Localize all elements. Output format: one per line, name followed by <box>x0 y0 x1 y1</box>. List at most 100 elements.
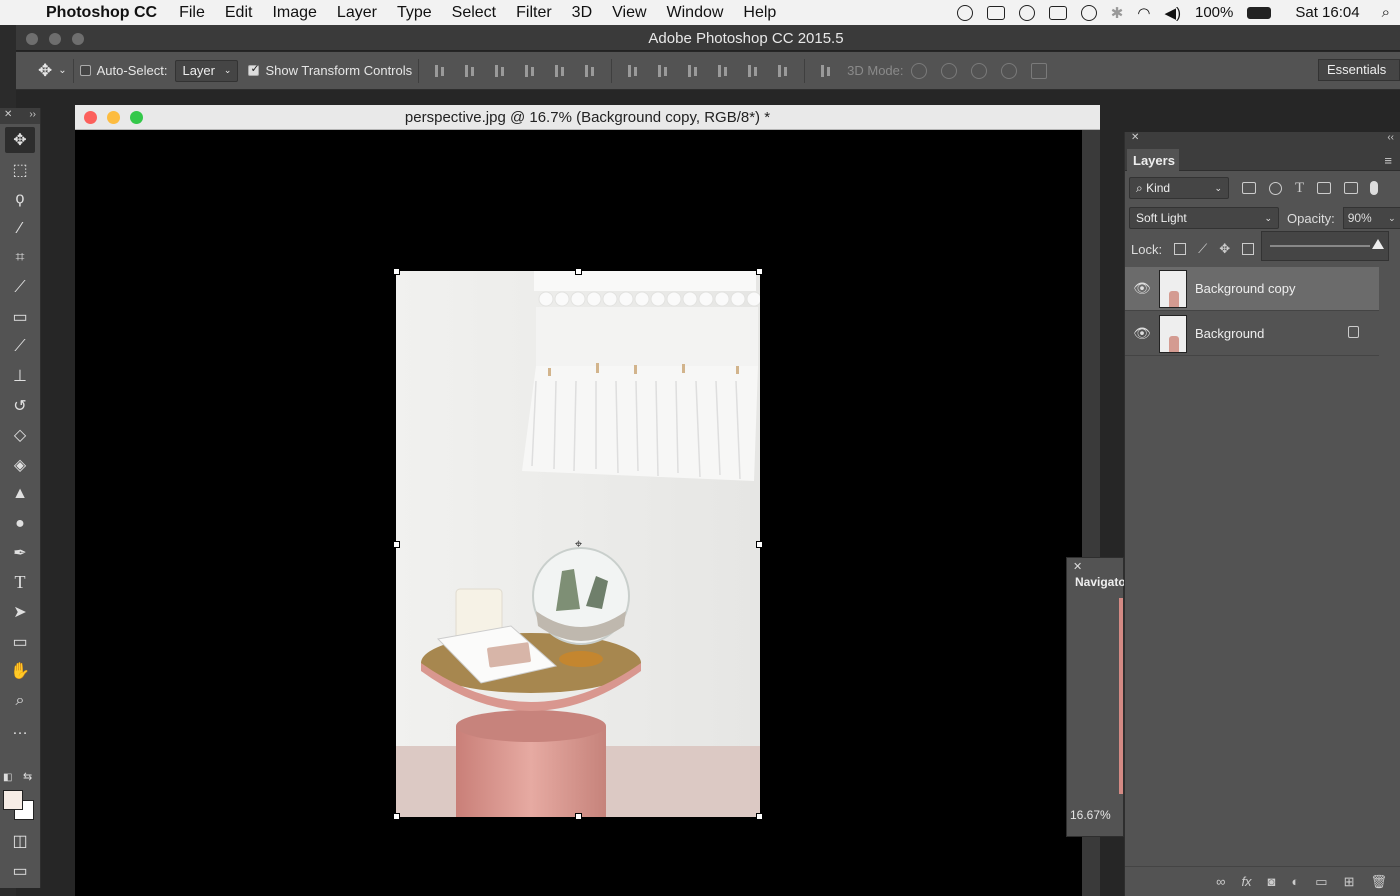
move-tool-preset-icon[interactable]: ✥ <box>38 61 52 81</box>
menu-select[interactable]: Select <box>452 4 496 22</box>
transform-handle-bottom-right[interactable] <box>756 813 763 820</box>
menu-edit[interactable]: Edit <box>225 4 253 22</box>
transform-handle-bottom[interactable] <box>575 813 582 820</box>
lock-image-pixels-icon[interactable]: ⟋ <box>1198 241 1207 257</box>
display-icon[interactable] <box>1048 5 1067 20</box>
auto-select-checkbox[interactable]: Auto-Select: <box>79 63 167 78</box>
filter-kind-dropdown[interactable]: ⌕ Kind ⌄ <box>1129 177 1229 199</box>
screen-mode-icon[interactable]: ▭ <box>5 858 35 884</box>
lock-artboard-icon[interactable] <box>1242 243 1255 255</box>
distribute-top-icon[interactable] <box>626 64 640 78</box>
default-colors-icon[interactable]: ◧ <box>3 772 12 783</box>
collapse-icon[interactable]: ›› <box>29 109 36 123</box>
transform-handle-left[interactable] <box>393 541 400 548</box>
menu-3d[interactable]: 3D <box>572 4 592 22</box>
foreground-color-swatch[interactable] <box>3 790 23 810</box>
show-transform-check[interactable] <box>248 62 260 76</box>
show-transform-controls-checkbox[interactable]: Show Transform Controls <box>248 62 412 78</box>
battery-icon[interactable] <box>1247 6 1272 19</box>
eyedropper-tool-icon[interactable]: ⟋ <box>5 275 35 301</box>
blur-tool-icon[interactable]: ▲ <box>5 481 35 507</box>
magic-wand-tool-icon[interactable]: ⁄ <box>5 216 35 242</box>
do-not-disturb-icon[interactable] <box>1018 4 1035 21</box>
quick-mask-icon[interactable]: ◫ <box>5 828 35 854</box>
layer-lock-icon[interactable] <box>1348 326 1359 338</box>
distribute-vcenter-icon[interactable] <box>656 64 670 78</box>
chevron-down-icon[interactable]: ⌄ <box>58 65 66 76</box>
transform-handle-right[interactable] <box>756 541 763 548</box>
path-selection-tool-icon[interactable]: ➤ <box>5 599 35 625</box>
distribute-left-icon[interactable] <box>716 64 730 78</box>
healing-brush-tool-icon[interactable]: ▭ <box>5 304 35 330</box>
transform-pivot-icon[interactable]: ⌖ <box>572 537 585 550</box>
volume-icon[interactable]: ◀) <box>1164 4 1181 22</box>
navigator-tab[interactable]: Navigator <box>1075 575 1125 589</box>
menu-window[interactable]: Window <box>667 4 724 22</box>
collapse-icon[interactable]: ‹‹ <box>1387 132 1394 147</box>
distribute-hcenter-icon[interactable] <box>746 64 760 78</box>
transform-handle-top-left[interactable] <box>393 268 400 275</box>
menu-layer[interactable]: Layer <box>337 4 377 22</box>
link-layers-icon[interactable]: ∞ <box>1216 874 1225 889</box>
opacity-field[interactable]: 90% ⌄ <box>1342 207 1400 229</box>
blend-mode-dropdown[interactable]: Soft Light ⌄ <box>1129 207 1279 229</box>
align-left-edges-icon[interactable] <box>523 64 537 78</box>
menu-help[interactable]: Help <box>743 4 776 22</box>
lock-position-icon[interactable]: ✥ <box>1219 241 1230 257</box>
brush-tool-icon[interactable]: ⟋ <box>5 334 35 360</box>
3d-drag-icon[interactable] <box>970 62 987 79</box>
transform-handle-top-right[interactable] <box>756 268 763 275</box>
transform-handle-bottom-left[interactable] <box>393 813 400 820</box>
swap-colors-icon[interactable]: ⇆ <box>23 770 32 783</box>
history-brush-tool-icon[interactable]: ↺ <box>5 393 35 419</box>
type-tool-icon[interactable]: T <box>5 570 35 596</box>
new-layer-icon[interactable]: ⊞ <box>1344 874 1355 890</box>
menu-image[interactable]: Image <box>272 4 316 22</box>
visibility-eye-icon[interactable]: 👁 <box>1125 325 1159 342</box>
marquee-tool-icon[interactable]: ⬚ <box>5 157 35 183</box>
rectangle-tool-icon[interactable]: ▭ <box>5 629 35 655</box>
dropbox-icon[interactable] <box>986 5 1005 20</box>
close-icon[interactable]: ✕ <box>4 109 12 123</box>
zoom-tool-icon[interactable]: ⌕ <box>5 688 35 714</box>
paint-bucket-tool-icon[interactable]: ◈ <box>5 452 35 478</box>
align-right-edges-icon[interactable] <box>583 64 597 78</box>
distribute-bottom-icon[interactable] <box>686 64 700 78</box>
adjustment-filter-icon[interactable] <box>1269 181 1282 195</box>
menu-file[interactable]: File <box>179 4 205 22</box>
hand-tool-icon[interactable]: ✋ <box>5 658 35 684</box>
app-menu[interactable]: Photoshop CC <box>46 4 157 22</box>
wifi-icon[interactable]: ◠ <box>1137 4 1150 22</box>
auto-select-target-dropdown[interactable]: Layer ⌄ <box>175 59 239 82</box>
add-mask-icon[interactable]: ◙ <box>1268 874 1276 889</box>
layer-style-fx-icon[interactable]: fx <box>1241 874 1251 889</box>
align-top-edges-icon[interactable] <box>433 64 447 78</box>
smart-object-filter-icon[interactable] <box>1344 182 1359 194</box>
clone-stamp-tool-icon[interactable]: ⊥ <box>5 363 35 389</box>
align-vertical-centers-icon[interactable] <box>463 64 477 78</box>
clock[interactable]: Sat 16:04 <box>1295 4 1359 21</box>
layer-name[interactable]: Background <box>1195 326 1264 341</box>
menu-filter[interactable]: Filter <box>516 4 552 22</box>
visibility-eye-icon[interactable]: 👁 <box>1125 280 1159 297</box>
close-icon[interactable]: ✕ <box>1131 132 1139 147</box>
menu-type[interactable]: Type <box>397 4 432 22</box>
align-bottom-edges-icon[interactable] <box>493 64 507 78</box>
layer-row-background[interactable]: 👁 Background <box>1125 312 1379 356</box>
crop-tool-icon[interactable]: ⌗ <box>5 245 35 271</box>
close-icon[interactable]: ✕ <box>1073 560 1082 573</box>
workspace-switcher[interactable]: Essentials <box>1318 59 1400 81</box>
tab-layers[interactable]: Layers <box>1127 149 1179 171</box>
delete-layer-trash-icon[interactable]: 🗑 <box>1370 874 1387 890</box>
eraser-tool-icon[interactable]: ◇ <box>5 422 35 448</box>
search-icon[interactable]: ⌕ <box>1382 4 1390 21</box>
panel-menu-icon[interactable]: ≡ <box>1384 153 1392 168</box>
3d-rotate-icon[interactable] <box>910 62 927 79</box>
filter-toggle-icon[interactable] <box>1370 181 1379 195</box>
layer-row-background-copy[interactable]: 👁 Background copy <box>1125 267 1379 311</box>
pixel-filter-icon[interactable] <box>1242 182 1256 194</box>
new-group-folder-icon[interactable]: ▭ <box>1315 874 1327 890</box>
navigator-preview[interactable] <box>1119 598 1123 794</box>
menu-view[interactable]: View <box>612 4 646 22</box>
3d-slide-icon[interactable] <box>1000 62 1017 79</box>
